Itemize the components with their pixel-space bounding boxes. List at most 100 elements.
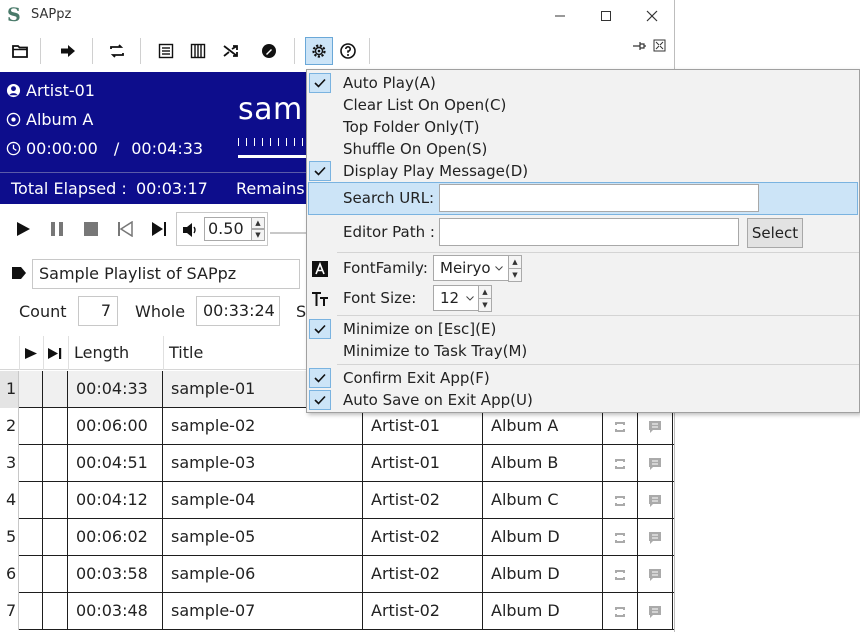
row-message-button[interactable] <box>638 445 673 482</box>
row-next-cell[interactable] <box>43 408 68 445</box>
pause-button[interactable] <box>47 219 67 239</box>
list-view-button[interactable] <box>152 37 180 65</box>
list-icon <box>158 43 174 59</box>
artist-name: Artist-01 <box>26 81 95 100</box>
check-icon <box>309 161 331 181</box>
font-family-down-button[interactable]: ▼ <box>508 268 522 282</box>
toolbar-separator <box>294 38 295 64</box>
columns-view-button[interactable] <box>184 37 212 65</box>
table-row[interactable]: 5 00:06:02 sample-05 Artist-02 Album D <box>0 519 674 556</box>
row-message-button[interactable] <box>638 408 673 445</box>
row-loop-button[interactable] <box>603 408 638 445</box>
maximize-button[interactable] <box>583 0 629 31</box>
row-play-cell[interactable] <box>19 593 43 630</box>
row-play-cell[interactable] <box>19 482 43 519</box>
row-message-button[interactable] <box>638 482 673 519</box>
check-icon <box>309 390 331 410</box>
whole-value: 00:33:24 <box>196 296 280 326</box>
fullscreen-button[interactable] <box>653 38 667 52</box>
current-time: 00:00:00 <box>26 139 98 158</box>
row-next-cell[interactable] <box>43 482 68 519</box>
menu-item-auto-play[interactable]: Auto Play(A) <box>307 72 859 94</box>
row-next-cell[interactable] <box>43 445 68 482</box>
menu-item-auto-save[interactable]: Auto Save on Exit App(U) <box>307 389 859 411</box>
font-size-up-button[interactable]: ▲ <box>478 285 492 299</box>
length-column-header[interactable]: Length <box>74 336 129 370</box>
stop-button[interactable] <box>81 219 101 239</box>
previous-button[interactable] <box>115 219 135 239</box>
row-title: sample-04 <box>163 482 363 519</box>
row-play-cell[interactable] <box>19 371 43 408</box>
select-editor-button[interactable]: Select <box>747 218 803 248</box>
next-button[interactable] <box>149 219 169 239</box>
menu-item-minimize-esc[interactable]: Minimize on [Esc](E) <box>307 318 859 340</box>
row-message-button[interactable] <box>638 593 673 630</box>
shuffle-button[interactable] <box>217 37 245 65</box>
row-artist: Artist-02 <box>363 556 483 593</box>
row-loop-button[interactable] <box>603 482 638 519</box>
pin-button[interactable] <box>631 38 647 52</box>
row-artist: Artist-02 <box>363 593 483 630</box>
font-size-down-button[interactable]: ▼ <box>478 298 492 312</box>
menu-item-display-message[interactable]: Display Play Message(D) <box>307 160 859 182</box>
row-index: 4 <box>0 482 19 519</box>
now-playing-title: sam <box>238 92 303 127</box>
volume-slider-track[interactable] <box>270 232 306 234</box>
next-arrow-button[interactable] <box>54 37 82 65</box>
row-play-cell[interactable] <box>19 556 43 593</box>
font-size-select[interactable]: 12 <box>433 285 479 311</box>
font-family-select[interactable]: Meiryo <box>433 255 509 281</box>
menu-item-minimize-tray[interactable]: Minimize to Task Tray(M) <box>307 340 859 362</box>
volume-input[interactable]: 0.50 <box>204 217 254 241</box>
playlist-name-input[interactable]: Sample Playlist of SAPpz <box>32 259 300 289</box>
table-row[interactable]: 2 00:06:00 sample-02 Artist-01 Album A <box>0 408 674 445</box>
close-window-button[interactable] <box>629 0 674 31</box>
title-column-header[interactable]: Title <box>169 336 203 370</box>
row-artist: Artist-02 <box>363 519 483 556</box>
search-url-input[interactable] <box>439 184 759 212</box>
stop-icon <box>84 222 98 236</box>
row-artist: Artist-02 <box>363 482 483 519</box>
row-next-cell[interactable] <box>43 371 68 408</box>
row-loop-button[interactable] <box>603 519 638 556</box>
settings-button[interactable] <box>305 37 333 65</box>
time-separator: / <box>113 139 120 158</box>
row-play-cell[interactable] <box>19 519 43 556</box>
repeat-button[interactable] <box>103 37 131 65</box>
table-row[interactable]: 6 00:03:58 sample-06 Artist-02 Album D <box>0 556 674 593</box>
row-play-cell[interactable] <box>19 445 43 482</box>
row-next-cell[interactable] <box>43 556 68 593</box>
table-row[interactable]: 4 00:04:12 sample-04 Artist-02 Album C <box>0 482 674 519</box>
menu-item-top-folder[interactable]: Top Folder Only(T) <box>307 116 859 138</box>
edit-button[interactable] <box>255 37 283 65</box>
editor-path-input[interactable] <box>439 218 739 246</box>
play-button[interactable] <box>13 219 33 239</box>
table-row[interactable]: 7 00:03:48 sample-07 Artist-02 Album D <box>0 593 674 630</box>
menu-item-clear-list[interactable]: Clear List On Open(C) <box>307 94 859 116</box>
row-message-button[interactable] <box>638 519 673 556</box>
menu-item-label: Display Play Message(D) <box>343 162 529 180</box>
open-folder-button[interactable] <box>6 37 34 65</box>
row-next-cell[interactable] <box>43 519 68 556</box>
row-next-cell[interactable] <box>43 593 68 630</box>
menu-separator <box>337 252 859 253</box>
row-loop-button[interactable] <box>603 593 638 630</box>
row-message-button[interactable] <box>638 556 673 593</box>
row-loop-button[interactable] <box>603 556 638 593</box>
table-row[interactable]: 3 00:04:51 sample-03 Artist-01 Album B <box>0 445 674 482</box>
font-family-up-button[interactable]: ▲ <box>508 255 522 269</box>
row-title: sample-03 <box>163 445 363 482</box>
help-button[interactable] <box>334 37 362 65</box>
menu-item-shuffle[interactable]: Shuffle On Open(S) <box>307 138 859 160</box>
help-icon <box>340 43 356 59</box>
seek-bar[interactable] <box>238 155 308 158</box>
menu-item-confirm-exit[interactable]: Confirm Exit App(F) <box>307 367 859 389</box>
toolbar-separator <box>369 38 370 64</box>
row-play-cell[interactable] <box>19 408 43 445</box>
whole-label: Whole <box>135 302 186 321</box>
row-loop-button[interactable] <box>603 445 638 482</box>
menu-item-label: Top Folder Only(T) <box>343 118 480 136</box>
minimize-button[interactable] <box>537 0 583 31</box>
volume-up-button[interactable]: ▲ <box>251 217 265 229</box>
volume-down-button[interactable]: ▼ <box>251 229 265 241</box>
